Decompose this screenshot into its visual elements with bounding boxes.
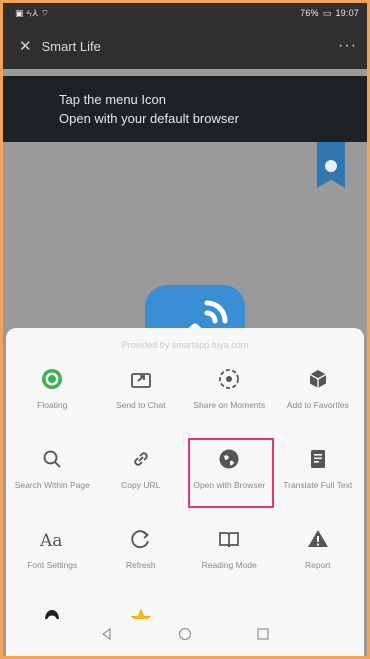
app-bar: ✕ Smart Life ···: [3, 23, 367, 69]
close-icon[interactable]: ✕: [19, 37, 32, 55]
action-label: Copy URL: [121, 480, 161, 490]
action-grid: Floating Send to Chat Share on Moments A…: [6, 364, 364, 656]
nav-back-icon[interactable]: [100, 627, 114, 646]
font-icon: Aa: [39, 526, 65, 552]
more-icon[interactable]: ···: [338, 37, 357, 55]
action-report[interactable]: Report: [274, 524, 363, 604]
action-label: Report: [304, 560, 331, 570]
battery-icon: ▭: [322, 7, 332, 18]
nav-home-icon[interactable]: [178, 627, 192, 646]
floating-icon: [39, 366, 65, 392]
action-label: Reading Mode: [201, 560, 257, 570]
moments-icon: [216, 366, 242, 392]
action-reading-mode[interactable]: Reading Mode: [185, 524, 274, 604]
warning-icon: [305, 526, 331, 552]
action-label: Refresh: [125, 560, 156, 570]
action-font-settings[interactable]: Aa Font Settings: [8, 524, 97, 604]
status-bar: ▣ ᵊᵣ⅄ ⌔ 76% ▭ 19:07: [3, 3, 367, 23]
phone-screen: ▣ ᵊᵣ⅄ ⌔ 76% ▭ 19:07 ✕ Smart Life ··· Tap…: [0, 0, 370, 659]
action-search-page[interactable]: Search Within Page: [8, 444, 97, 524]
action-label: Add to Favorites: [286, 400, 349, 410]
action-translate[interactable]: Translate Full Text: [274, 444, 363, 524]
action-label: Send to Chat: [115, 400, 166, 410]
action-add-favorites[interactable]: Add to Favorites: [274, 364, 363, 444]
refresh-icon: [128, 526, 154, 552]
nav-recents-icon[interactable]: [256, 627, 270, 646]
book-icon: [216, 526, 242, 552]
status-right: 76% ▭ 19:07: [300, 8, 359, 19]
system-nav-bar: [6, 619, 364, 653]
favorites-icon: [305, 366, 331, 392]
send-icon: [128, 366, 154, 392]
action-copy-url[interactable]: Copy URL: [97, 444, 186, 524]
action-label: Font Settings: [27, 560, 78, 570]
action-floating[interactable]: Floating: [8, 364, 97, 444]
app-bar-left: ✕ Smart Life: [19, 37, 101, 55]
app-title: Smart Life: [41, 38, 101, 54]
ribbon-dot-icon: [325, 160, 337, 172]
share-sheet: Provided by smartapp.tuya.com Floating S…: [6, 328, 364, 656]
action-open-browser[interactable]: Open with Browser: [185, 438, 274, 524]
link-icon: [128, 446, 154, 472]
action-share-moments[interactable]: Share on Moments: [185, 364, 274, 444]
action-refresh[interactable]: Refresh: [97, 524, 186, 604]
action-label: Search Within Page: [14, 480, 90, 490]
action-label: Share on Moments: [193, 400, 266, 410]
action-label: Translate Full Text: [283, 480, 353, 490]
search-icon: [39, 446, 65, 472]
ribbon-badge: [317, 142, 345, 188]
status-signal: ▣ ᵊᵣ⅄ ⌔: [15, 7, 50, 18]
battery-percent: 76%: [300, 8, 319, 18]
banner-line-1: Tap the menu Icon: [59, 92, 166, 107]
instruction-banner: Tap the menu Icon Open with your default…: [3, 76, 367, 142]
status-left: ▣ ᵊᵣ⅄ ⌔: [15, 8, 49, 19]
action-send-to-chat[interactable]: Send to Chat: [97, 364, 186, 444]
translate-icon: [305, 446, 331, 472]
provided-by-text: Provided by smartapp.tuya.com: [121, 340, 249, 350]
banner-line-2: Open with your default browser: [59, 111, 239, 126]
status-time: 19:07: [335, 8, 359, 18]
highlight-box: [188, 438, 274, 508]
action-label: Floating: [37, 400, 68, 410]
svg-text:Aa: Aa: [39, 531, 62, 551]
